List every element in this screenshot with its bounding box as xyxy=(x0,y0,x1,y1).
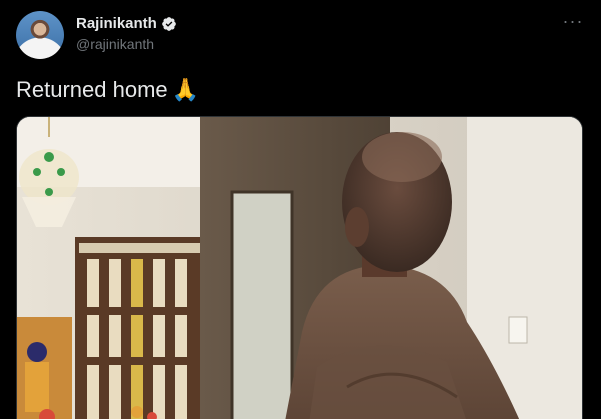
tweet-header: Rajinikanth @rajinikanth ··· xyxy=(16,11,585,59)
author-names: Rajinikanth @rajinikanth xyxy=(76,14,177,54)
photo-illustration xyxy=(17,117,582,419)
author-avatar[interactable] xyxy=(16,11,64,59)
tweet-card[interactable]: Rajinikanth @rajinikanth ··· Returned ho… xyxy=(0,0,601,419)
tweet-photo[interactable] xyxy=(16,116,583,419)
verified-badge-icon xyxy=(161,16,177,32)
tweet-text-body: Returned home xyxy=(16,77,168,102)
folded-hands-emoji: 🙏 xyxy=(171,77,200,102)
more-options-icon[interactable]: ··· xyxy=(561,12,585,33)
switch-plate xyxy=(508,316,528,344)
author-display-name[interactable]: Rajinikanth xyxy=(76,14,157,34)
author-handle[interactable]: @rajinikanth xyxy=(76,34,177,54)
display-name-row: Rajinikanth xyxy=(76,14,177,34)
lattice-partition xyxy=(75,237,210,419)
tweet-text: Returned home 🙏 xyxy=(16,76,199,104)
glass-panel xyxy=(232,192,292,419)
